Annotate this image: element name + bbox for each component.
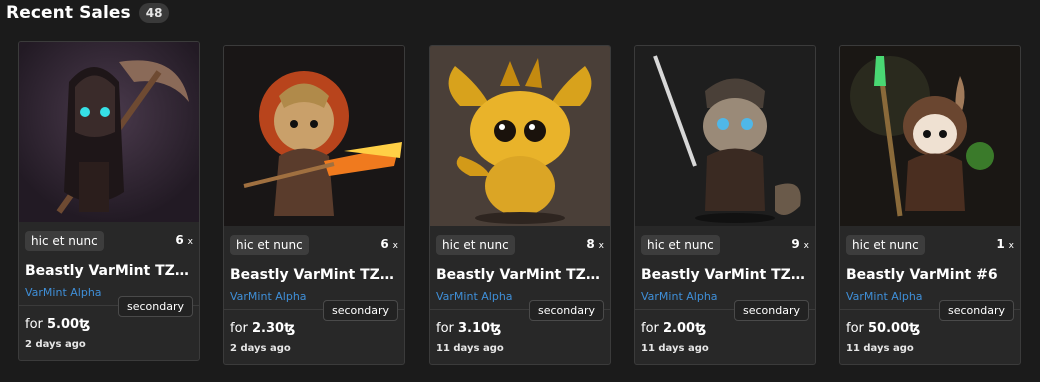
editions-count: 9x <box>791 237 809 251</box>
nft-title[interactable]: Beastly VarMint TZ #83 <box>436 267 604 283</box>
nft-artwork-image[interactable] <box>430 46 610 226</box>
sale-card[interactable]: hic et nunc 1x Beastly VarMint #6 VarMin… <box>839 45 1021 365</box>
sale-card[interactable]: hic et nunc 6x Beastly VarMint TZ #97 Va… <box>18 41 200 361</box>
editions-count: 6x <box>380 237 398 251</box>
editions-count: 1x <box>996 237 1014 251</box>
market-type-badge: secondary <box>528 300 604 321</box>
sale-time: 11 days ago <box>846 343 914 354</box>
platform-tag[interactable]: hic et nunc <box>641 235 720 255</box>
sale-price: for 5.00ꜩ <box>25 317 91 332</box>
collection-link[interactable]: VarMint Alpha <box>641 290 718 303</box>
market-type-badge: secondary <box>938 300 1014 321</box>
sale-price: for 2.30ꜩ <box>230 321 296 336</box>
collection-link[interactable]: VarMint Alpha <box>846 290 923 303</box>
nft-artwork-image[interactable] <box>635 46 815 226</box>
sale-time: 2 days ago <box>25 339 86 350</box>
sale-card[interactable]: hic et nunc 6x Beastly VarMint TZ #... V… <box>223 45 405 365</box>
platform-tag[interactable]: hic et nunc <box>846 235 925 255</box>
nft-title[interactable]: Beastly VarMint TZ #16 <box>641 267 809 283</box>
nft-title[interactable]: Beastly VarMint #6 <box>846 267 1014 283</box>
platform-tag[interactable]: hic et nunc <box>25 231 104 251</box>
nft-artwork-image[interactable] <box>840 46 1020 226</box>
market-type-badge: secondary <box>322 300 398 321</box>
sale-time: 11 days ago <box>436 343 504 354</box>
sale-price: for 50.00ꜩ <box>846 321 921 336</box>
nft-artwork-image[interactable] <box>19 42 199 222</box>
sale-time: 11 days ago <box>641 343 709 354</box>
collection-link[interactable]: VarMint Alpha <box>230 290 307 303</box>
editions-count: 8x <box>586 237 604 251</box>
nft-title[interactable]: Beastly VarMint TZ #... <box>230 267 398 283</box>
section-header: Recent Sales 48 <box>6 3 170 23</box>
nft-artwork-image[interactable] <box>224 46 404 226</box>
sales-count-badge: 48 <box>138 3 170 23</box>
section-title: Recent Sales <box>6 3 131 23</box>
platform-tag[interactable]: hic et nunc <box>436 235 515 255</box>
sale-price: for 2.00ꜩ <box>641 321 707 336</box>
sale-card[interactable]: hic et nunc 9x Beastly VarMint TZ #16 Va… <box>634 45 816 365</box>
sale-card[interactable]: hic et nunc 8x Beastly VarMint TZ #83 Va… <box>429 45 611 365</box>
market-type-badge: secondary <box>733 300 809 321</box>
sale-price: for 3.10ꜩ <box>436 321 502 336</box>
platform-tag[interactable]: hic et nunc <box>230 235 309 255</box>
collection-link[interactable]: VarMint Alpha <box>436 290 513 303</box>
nft-title[interactable]: Beastly VarMint TZ #97 <box>25 263 193 279</box>
collection-link[interactable]: VarMint Alpha <box>25 286 102 299</box>
editions-count: 6x <box>175 233 193 247</box>
sale-time: 2 days ago <box>230 343 291 354</box>
market-type-badge: secondary <box>117 296 193 317</box>
